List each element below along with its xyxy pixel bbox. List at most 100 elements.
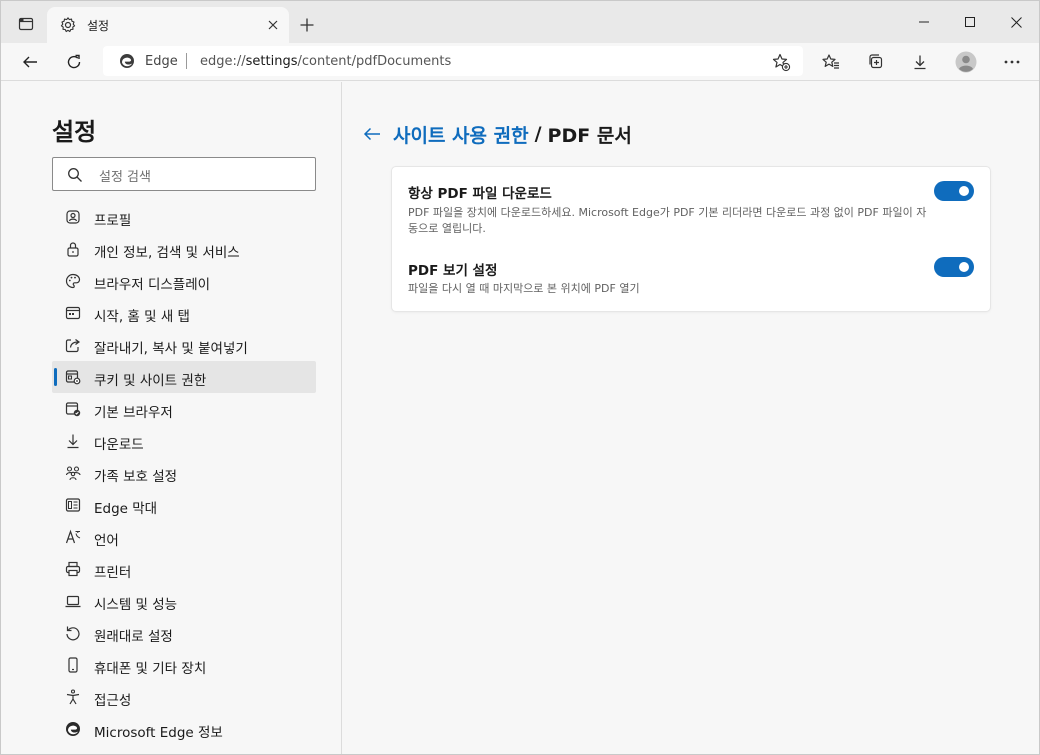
tab-actions-button[interactable] [9,9,43,39]
tab-title: 설정 [87,19,110,33]
sidebar-item-privacy[interactable]: 개인 정보, 검색 및 서비스 [52,233,316,265]
maximize-icon [965,17,975,27]
favorites-button[interactable] [816,47,846,77]
sidebar-item-default-browser[interactable]: 기본 브라우저 [52,393,316,425]
breadcrumb-separator: / [534,123,542,145]
collections-icon [869,54,883,69]
sidebar-item-languages[interactable]: 언어 [52,521,316,553]
language-icon [65,529,81,545]
page-title: PDF 문서 [547,124,632,147]
sidebar-item-family[interactable]: 가족 보호 설정 [52,457,316,489]
search-icon [68,168,82,182]
sidebar-item-phone-devices[interactable]: 휴대폰 및 기타 장치 [52,649,316,681]
phone-icon [65,657,81,673]
profile-icon [65,209,81,225]
site-identity-label: Edge [145,54,178,69]
sidebar-item-downloads[interactable]: 다운로드 [52,425,316,457]
sidebar-item-label: 원래대로 설정 [94,629,173,645]
sidebar-item-label: 개인 정보, 검색 및 서비스 [94,245,240,261]
home-window-icon [65,305,81,321]
address-bar[interactable]: Edge edge://settings/content/pdfDocument… [103,46,803,76]
favorites-icon [822,54,839,69]
edge-logo-icon [120,54,134,68]
default-browser-icon [65,401,81,417]
sidebar-item-profile[interactable]: 프로필 [52,201,316,233]
title-bar: 설정 [1,1,1039,43]
tab-close-button[interactable] [263,15,283,35]
setting-always-download-description: PDF 파일을 장치에 다운로드하세요. Microsoft Edge가 PDF… [408,206,927,235]
sidebar-item-reset-settings[interactable]: 원래대로 설정 [52,617,316,649]
collections-button[interactable] [861,47,891,77]
avatar [955,51,977,73]
sidebar-item-start-home-newtab[interactable]: 시작, 홈 및 새 탭 [52,297,316,329]
sidebar-item-printers[interactable]: 프린터 [52,553,316,585]
refresh-button[interactable] [59,47,89,77]
edge-bar-icon [65,497,81,513]
url-host: settings [245,54,298,69]
sidebar-item-label: 언어 [94,533,119,549]
sidebar-item-about-edge[interactable]: Microsoft Edge 정보 [52,713,316,745]
add-favorite-icon[interactable] [771,52,791,72]
edge-logo-icon [65,721,81,737]
back-arrow-icon [363,127,380,141]
minimize-icon [919,21,929,23]
pdf-settings-card: 항상 PDF 파일 다운로드 PDF 파일을 장치에 다운로드하세요. Micr… [392,167,990,311]
plus-icon [300,18,314,32]
sidebar-item-label: 프린터 [94,565,132,581]
sidebar-item-label: 기본 브라우저 [94,405,173,421]
downloads-button[interactable] [905,47,935,77]
search-placeholder: 설정 검색 [99,170,151,185]
download-icon [65,433,81,449]
sidebar-item-cookies-site-permissions[interactable]: 쿠키 및 사이트 권한 [52,361,316,393]
url-text: edge://settings/content/pdfDocuments [200,54,451,69]
settings-sidebar: 설정 설정 검색 프로필 개인 정보, 검색 및 서비스 브라우저 디스플레이 [1,82,342,754]
url-scheme: edge:// [200,54,246,69]
settings-page: 설정 설정 검색 프로필 개인 정보, 검색 및 서비스 브라우저 디스플레이 [1,82,1039,754]
profile-button[interactable] [951,47,981,77]
sidebar-item-label: 시스템 및 성능 [94,597,178,613]
palette-icon [65,273,81,289]
sidebar-item-label: 가족 보호 설정 [94,469,178,485]
always-download-toggle[interactable] [934,181,974,201]
toggle-knob [959,186,969,196]
family-icon [65,465,81,481]
settings-search-input[interactable]: 설정 검색 [52,157,316,191]
setting-always-download-title: 항상 PDF 파일 다운로드 [408,186,552,202]
tab-settings[interactable]: 설정 [47,7,289,43]
minimize-button[interactable] [901,7,947,37]
new-tab-button[interactable] [295,13,319,37]
breadcrumb-parent-link[interactable]: 사이트 사용 권한 [393,121,529,148]
sidebar-item-appearance[interactable]: 브라우저 디스플레이 [52,265,316,297]
sidebar-item-accessibility[interactable]: 접근성 [52,681,316,713]
sidebar-item-edge-bar[interactable]: Edge 막대 [52,489,316,521]
url-path: /content/pdfDocuments [297,54,452,69]
sidebar-item-label: 브라우저 디스플레이 [94,277,211,293]
site-permissions-icon [65,369,81,385]
breadcrumb: 사이트 사용 권한 / PDF 문서 [361,120,632,148]
more-menu-button[interactable] [997,47,1027,77]
close-icon [1010,16,1022,28]
sidebar-item-label: 다운로드 [94,437,144,453]
pdf-view-toggle[interactable] [934,257,974,277]
settings-main: 사이트 사용 권한 / PDF 문서 항상 PDF 파일 다운로드 PDF 파일… [343,82,1039,754]
gear-icon [60,17,76,33]
laptop-icon [65,593,81,609]
lock-icon [65,241,81,257]
sidebar-item-label: Microsoft Edge 정보 [94,725,223,741]
sidebar-item-label: 접근성 [94,693,132,709]
close-button[interactable] [993,7,1039,37]
sidebar-item-system-performance[interactable]: 시스템 및 성능 [52,585,316,617]
accessibility-icon [65,689,81,705]
sidebar-item-label: 쿠키 및 사이트 권한 [94,373,207,389]
sidebar-item-share-copy-paste[interactable]: 잘라내기, 복사 및 붙여넣기 [52,329,316,361]
setting-pdf-view-title: PDF 보기 설정 [408,263,498,279]
toggle-knob [959,262,969,272]
address-toolbar: Edge edge://settings/content/pdfDocument… [1,43,1039,81]
tab-actions-icon [18,17,34,31]
back-button[interactable] [15,47,45,77]
breadcrumb-back-button[interactable] [361,123,383,145]
sidebar-item-label: 프로필 [94,213,132,229]
maximize-button[interactable] [947,7,993,37]
download-icon [914,55,926,70]
printer-icon [65,561,81,577]
